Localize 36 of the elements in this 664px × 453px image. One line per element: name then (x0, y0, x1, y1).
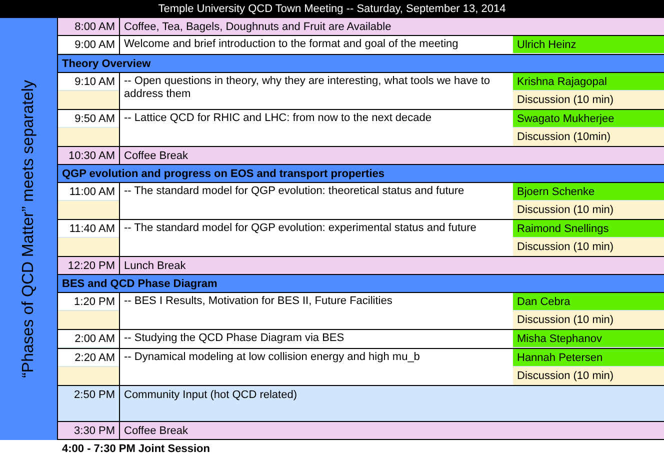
session-title: Lunch Break (123, 259, 187, 274)
section-header: Theory Overview (58, 55, 664, 73)
speaker-cell: Dan Cebra (513, 293, 664, 311)
speaker-cell: Krishna Rajagopal (513, 73, 664, 91)
time-cell: 3:30 PM (58, 422, 120, 439)
section-header: BES and QCD Phase Diagram (58, 275, 664, 293)
empty-cell (58, 367, 119, 385)
session-title: Community Input (hot QCD related) (123, 388, 298, 403)
time-cell: 2:50 PM (58, 386, 120, 421)
empty-cell (58, 91, 119, 109)
speaker-cell: Ulrich Heinz (513, 36, 664, 54)
speaker-cell: Bjoern Schenke (513, 183, 664, 201)
session-title: Coffee Break (123, 424, 190, 439)
time-cell: 10:30 AM (58, 147, 120, 164)
schedule-title: Temple University QCD Town Meeting -- Saturday, September 13, 2014 (0, 0, 664, 18)
discussion-cell: Discussion (10 min) (513, 367, 664, 385)
empty-cell (58, 311, 119, 329)
empty-cell (58, 201, 119, 219)
side-label: “Phases of QCD Matter” meets separately (18, 80, 38, 378)
speaker-cell: Hannah Petersen (513, 349, 664, 367)
discussion-cell: Discussion (10 min) (513, 201, 664, 219)
time-cell: 12:20 PM (58, 257, 120, 274)
time-cell: 8:00 AM (58, 18, 120, 35)
joint-session: 4:00 - 7:30 PM Joint Session (61, 442, 211, 453)
session-title: Coffee, Tea, Bagels, Doughnuts and Fruit are Available (123, 20, 392, 35)
discussion-cell: Discussion (10 min) (513, 238, 664, 256)
discussion-cell: Discussion (10 min) (513, 311, 664, 329)
speaker-cell: Misha Stephanov (513, 330, 664, 348)
discussion-cell: Discussion (10 min) (513, 91, 664, 109)
discussion-cell: Discussion (10min) (513, 128, 664, 146)
empty-cell (58, 128, 119, 146)
section-header: QGP evolution and progress on EOS and transport properties (58, 165, 664, 183)
empty-cell (58, 238, 119, 256)
speaker-cell: Swagato Mukherjee (513, 110, 664, 128)
session-title: Coffee Break (123, 149, 190, 164)
speaker-cell: Raimond Snellings (513, 220, 664, 238)
